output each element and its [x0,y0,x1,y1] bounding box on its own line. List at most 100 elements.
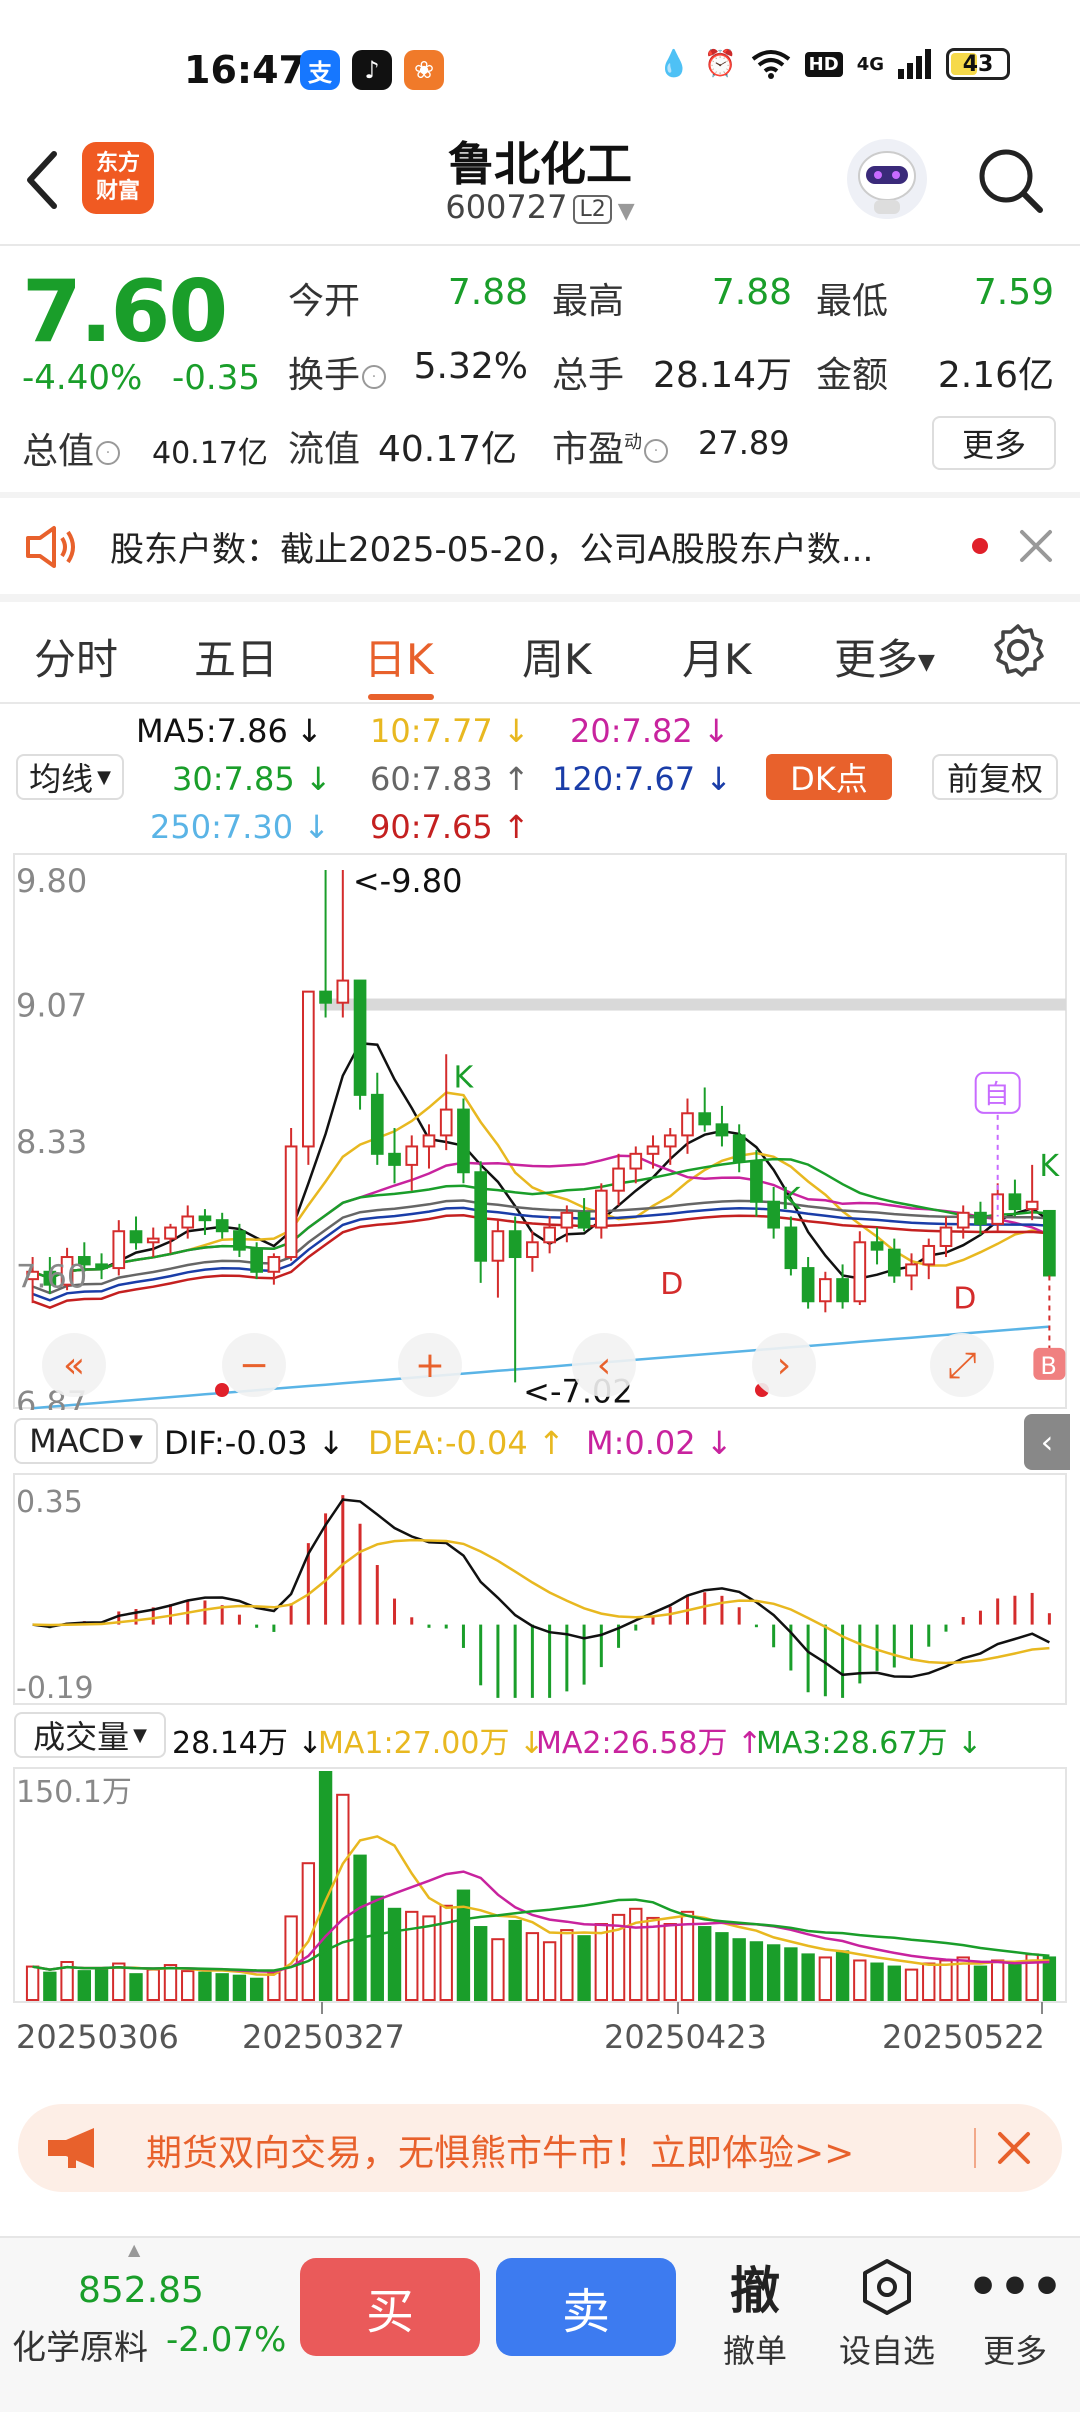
candle-body [784,1226,798,1270]
candle-body [853,1241,867,1303]
candle-body [405,1145,419,1166]
y-tick-label: 8.33 [16,1123,87,1161]
app-icon: ❀ [404,50,444,90]
volume-bar [181,1970,195,2001]
volume-bar [525,1932,540,2001]
volume-bar [215,1973,229,2002]
volume-bar [870,1962,884,2002]
y-tick-label: 9.07 [16,987,87,1025]
more-quote-button[interactable]: 更多 [932,416,1056,470]
ma10-label: 10:7.77 ↓ [370,712,530,750]
candle-body [491,1230,505,1262]
tab-daily-k[interactable]: 日K [364,626,434,687]
tab-five-day[interactable]: 五日 [194,626,278,687]
megaphone-icon [48,2128,94,2168]
volume-bar [422,1915,436,2001]
more-button[interactable]: ••• 更多 [960,2252,1070,2372]
info-icon[interactable]: · [362,365,387,389]
volume-bar [990,1959,1005,2001]
section-gap [0,594,1080,602]
network-label: 4G [856,53,884,75]
sector-name[interactable]: 化学原料 [12,2320,148,2369]
sell-button[interactable]: 卖 [496,2258,676,2356]
close-icon[interactable] [994,2128,1034,2168]
robot-assistant-icon[interactable] [844,136,930,222]
tiktok-icon: ♪ [352,50,392,90]
active-tab-indicator [368,694,434,700]
fullscreen-icon-glyph: ⤢ [948,1345,977,1386]
volume-bar [749,1941,764,2002]
stock-code: 600727 [445,188,568,226]
sector-index-value[interactable]: 852.85 [78,2270,204,2311]
volume-bar [732,1938,746,2001]
expand-icon[interactable]: ▲ [128,2240,140,2259]
tab-weekly-k[interactable]: 周K [522,626,592,687]
volume-bar [663,1923,677,2001]
volume-bar [973,1965,988,2001]
candle-body [353,979,367,1096]
candle-body [233,1230,246,1251]
pe-label: 市盈动 · [552,420,669,472]
mktcap-label: 总值 · [22,422,121,474]
volume-bar [112,1962,126,2002]
settings-gear-icon[interactable] [990,622,1046,678]
candle-body [422,1134,436,1148]
info-icon[interactable]: · [96,441,121,465]
buy-button[interactable]: 买 [300,2258,480,2356]
macd-dea-label: DEA:-0.04 ↑ [368,1424,565,1462]
volume-bar [801,1953,815,2001]
adjust-button[interactable]: 前复权 [932,754,1058,800]
volume-bar [198,1971,212,2001]
candle-body [646,1145,660,1155]
close-icon[interactable] [1018,528,1054,564]
volume-bar [1042,1956,1057,2002]
candle-body [129,1230,143,1244]
volume-bar [715,1932,729,2001]
ma90-label: 90:7.65 ↑ [370,808,530,846]
add-watchlist-button[interactable]: 设自选 [832,2252,942,2372]
cancel-order-button[interactable]: 撤 撤单 [700,2252,810,2372]
ma250-label: 250:7.30 ↓ [150,808,331,846]
volume-bar [508,1919,522,2002]
macd-selector[interactable]: MACD ▼ [14,1418,158,1464]
y-tick-label: 7.60 [16,1257,87,1295]
volume-selector[interactable]: 成交量 ▼ [14,1712,166,1758]
candle-body [508,1230,522,1259]
collapse-panel-button[interactable]: ‹ [1024,1414,1070,1470]
volume-bar [439,1904,453,2001]
dk-button[interactable]: DK点 [766,754,892,800]
volume-bar [318,1771,333,2001]
promo-banner[interactable]: 期货双向交易，无惧熊市牛市！立即体验>> [18,2104,1062,2192]
notice-bar[interactable]: 股东户数：截止2025-05-20，公司A股股东户数... [0,498,1080,594]
volume-bar [922,1962,936,2002]
status-bar: 16:47 支 ♪ ❀ 💧 ⏰ HD 4G 43 [0,0,1080,140]
search-icon[interactable] [976,146,1046,216]
tab-more[interactable]: 更多▼ [834,626,935,687]
current-price: 7.60 [22,262,228,362]
info-icon[interactable]: · [644,439,669,463]
dropdown-icon: ▼ [617,199,635,224]
price-band [320,998,1066,1011]
volume-bar [267,1971,281,2001]
volume-ytick: 150.1万 [16,1775,132,1810]
volume-chart[interactable]: 150.1万 20250306 20250327 20250423 20250522 [0,1766,1080,2086]
ma120-label: 120:7.67 ↓ [552,760,733,798]
tabs-divider [0,702,1080,704]
volume-bar [370,1895,384,2001]
volume-bar [1008,1962,1022,2002]
amount-value: 2.16亿 [937,355,1054,396]
macd-chart[interactable]: 0.35 -0.19 [0,1472,1080,1706]
candle-body [939,1226,953,1247]
float-value: 40.17亿 [378,429,518,470]
volume-bar [77,1970,92,2001]
stock-header: 东方 财富 鲁北化工 600727 L2 ▼ [0,120,1080,245]
kline-chart[interactable]: 9.809.078.337.606.87<-9.80<-7.02KDKDK自B … [0,850,1080,1410]
candle-body [767,1200,780,1229]
volume-bar [146,1968,160,2002]
ma-selector[interactable]: 均线 ▼ [16,754,124,800]
tab-monthly-k[interactable]: 月K [682,626,752,687]
tab-intraday[interactable]: 分时 [34,626,118,687]
alarm-icon: ⏰ [704,49,737,79]
more-label: 更多 [982,2332,1047,2370]
range-marker-dot [215,1383,229,1397]
